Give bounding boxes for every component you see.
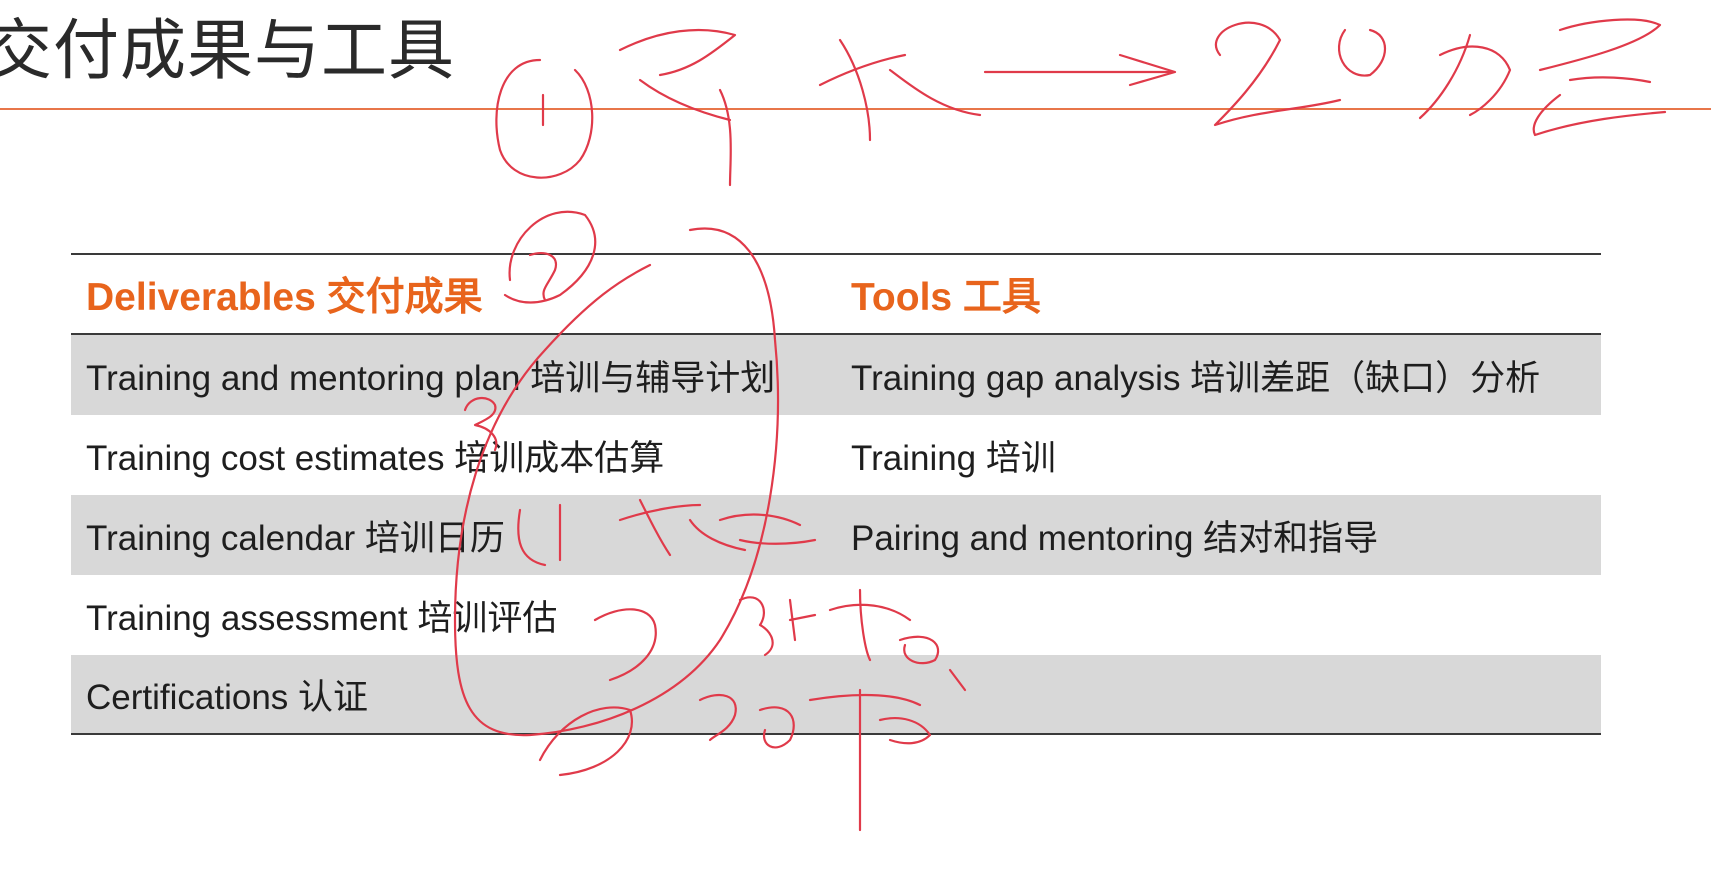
table-row: Training and mentoring plan 培训与辅导计划 Trai…	[71, 335, 1601, 415]
ink-stroke	[1532, 93, 1667, 137]
ink-stroke	[1438, 45, 1512, 117]
ink-stroke	[818, 53, 907, 87]
table-row: Training assessment 培训评估	[71, 575, 1601, 655]
ink-stroke	[638, 78, 732, 122]
table-row: Certifications 认证	[71, 655, 1601, 735]
ink-stroke	[618, 28, 737, 77]
ink-stroke	[718, 88, 732, 187]
deliverable-cell: Training cost estimates 培训成本估算	[86, 438, 665, 478]
deliverable-cell: Training calendar 培训日历	[86, 518, 505, 558]
table-row: Training calendar 培训日历 Pairing and mento…	[71, 495, 1601, 575]
ink-stroke	[495, 58, 594, 179]
ink-stroke	[1337, 28, 1386, 77]
ink-stroke	[1538, 18, 1662, 72]
table-row: Training cost estimates 培训成本估算 Training …	[71, 415, 1601, 495]
ink-stroke	[1118, 53, 1177, 87]
tool-cell: Training gap analysis 培训差距（缺口）分析	[851, 358, 1541, 398]
deliverables-tools-table: Deliverables 交付成果 Tools 工具 Training and …	[71, 253, 1601, 735]
page-title: 交付成果与工具	[0, 12, 455, 89]
deliverable-cell: Training and mentoring plan 培训与辅导计划	[86, 358, 776, 398]
tools-header: Tools 工具	[851, 276, 1041, 319]
tool-cell: Training 培训	[851, 438, 1056, 478]
deliverables-header: Deliverables 交付成果	[86, 276, 483, 319]
title-divider	[0, 108, 1711, 110]
deliverable-cell: Certifications 认证	[86, 677, 369, 717]
deliverable-cell: Training assessment 培训评估	[86, 598, 558, 638]
ink-stroke	[1568, 76, 1652, 84]
ink-stroke	[1418, 33, 1472, 120]
table-header-row: Deliverables 交付成果 Tools 工具	[71, 253, 1601, 335]
tool-cell: Pairing and mentoring 结对和指导	[851, 518, 1379, 558]
ink-stroke	[838, 38, 872, 142]
